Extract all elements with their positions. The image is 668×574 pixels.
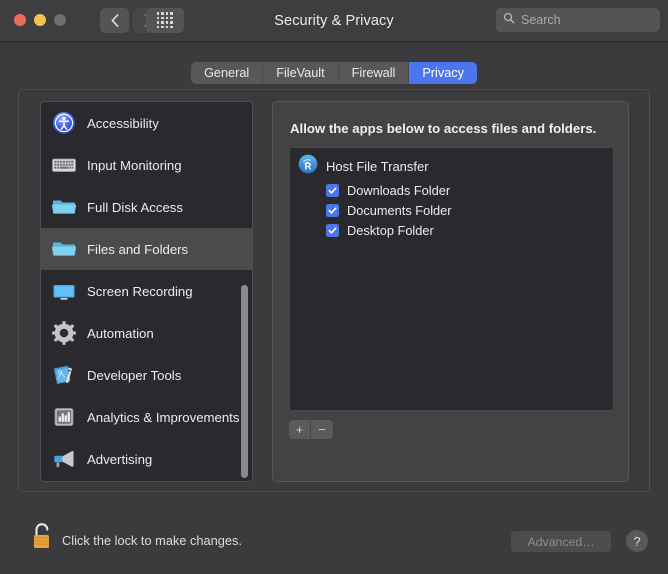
sidebar-item-label: Automation (87, 325, 154, 341)
sidebar-item-label: Files and Folders (87, 241, 189, 257)
search-field[interactable]: Search (496, 8, 660, 32)
tab-filevault[interactable]: FileVault (263, 62, 339, 84)
sidebar-item-screen-recording[interactable]: Screen Recording (41, 270, 252, 312)
folder-icon (51, 194, 77, 220)
permission-row-downloads[interactable]: Downloads Folder (290, 180, 613, 200)
sidebar-item-input-monitoring[interactable]: Input Monitoring (41, 144, 252, 186)
checkbox-documents-folder[interactable] (326, 203, 339, 217)
remove-app-button[interactable]: − (311, 420, 333, 439)
tab-privacy[interactable]: Privacy (409, 62, 477, 84)
sidebar-item-analytics-improvements[interactable]: Analytics & Improvements (41, 396, 252, 438)
sidebar-item-accessibility[interactable]: Accessibility (41, 102, 252, 144)
bottom-bar: Click the lock to make changes. Advanced… (0, 500, 668, 574)
tab-firewall[interactable]: Firewall (338, 62, 410, 84)
sidebar-item-label: Screen Recording (87, 283, 193, 299)
sidebar-item-label: Developer Tools (87, 367, 182, 383)
keyboard-icon (51, 152, 77, 178)
hammer-blueprint-icon (51, 362, 77, 388)
permission-row-desktop[interactable]: Desktop Folder (290, 220, 613, 240)
advanced-button[interactable]: Advanced… (511, 531, 611, 552)
svg-text:R: R (305, 161, 312, 172)
unlocked-padlock-icon (30, 523, 56, 556)
permission-label: Desktop Folder (347, 222, 434, 238)
megaphone-icon (51, 446, 77, 472)
bar-chart-icon (51, 404, 77, 430)
sidebar-scrollbar[interactable] (239, 103, 250, 481)
app-permission-list[interactable]: R Host File Transfer Downloads Folder Do… (289, 147, 614, 411)
app-list-item[interactable]: R Host File Transfer (290, 152, 613, 180)
sidebar-item-advertising[interactable]: Advertising (41, 438, 252, 480)
permission-row-documents[interactable]: Documents Folder (290, 200, 613, 220)
app-name: Host File Transfer (326, 158, 429, 174)
sidebar-item-full-disk-access[interactable]: Full Disk Access (41, 186, 252, 228)
panel-heading: Allow the apps below to access files and… (290, 121, 597, 136)
content-frame: Accessibility Input Monitoring Full Disk… (18, 89, 650, 492)
gear-icon (51, 320, 77, 346)
title-bar: Security & Privacy Search (0, 0, 668, 42)
host-file-transfer-icon: R (298, 154, 318, 179)
sidebar-item-label: Analytics & Improvements (87, 409, 240, 425)
sidebar-item-developer-tools[interactable]: Developer Tools (41, 354, 252, 396)
search-icon (503, 11, 515, 29)
permission-label: Documents Folder (347, 202, 452, 218)
display-icon (51, 278, 77, 304)
permission-label: Downloads Folder (347, 182, 451, 198)
lock-status-text: Click the lock to make changes. (62, 533, 242, 548)
search-placeholder: Search (521, 13, 561, 27)
help-button[interactable]: ? (626, 530, 648, 552)
checkbox-desktop-folder[interactable] (326, 223, 339, 237)
tab-general[interactable]: General (191, 62, 264, 84)
sidebar-item-label: Input Monitoring (87, 157, 182, 173)
sidebar-item-label: Advertising (87, 451, 153, 467)
add-app-button[interactable]: + (289, 420, 311, 439)
permissions-panel: Allow the apps below to access files and… (272, 101, 629, 482)
tab-bar: General FileVault Firewall Privacy (0, 62, 668, 84)
folder-icon (51, 236, 77, 262)
sidebar-item-label: Accessibility (87, 115, 159, 131)
sidebar-item-label: Full Disk Access (87, 199, 183, 215)
sidebar-item-automation[interactable]: Automation (41, 312, 252, 354)
accessibility-icon (51, 110, 77, 136)
privacy-category-list[interactable]: Accessibility Input Monitoring Full Disk… (40, 101, 253, 482)
lock-button[interactable] (30, 522, 56, 552)
add-remove-buttons: + − (289, 420, 333, 439)
checkbox-downloads-folder[interactable] (326, 183, 339, 197)
sidebar-scrollbar-thumb[interactable] (241, 285, 248, 478)
sidebar-item-files-and-folders[interactable]: Files and Folders (41, 228, 252, 270)
